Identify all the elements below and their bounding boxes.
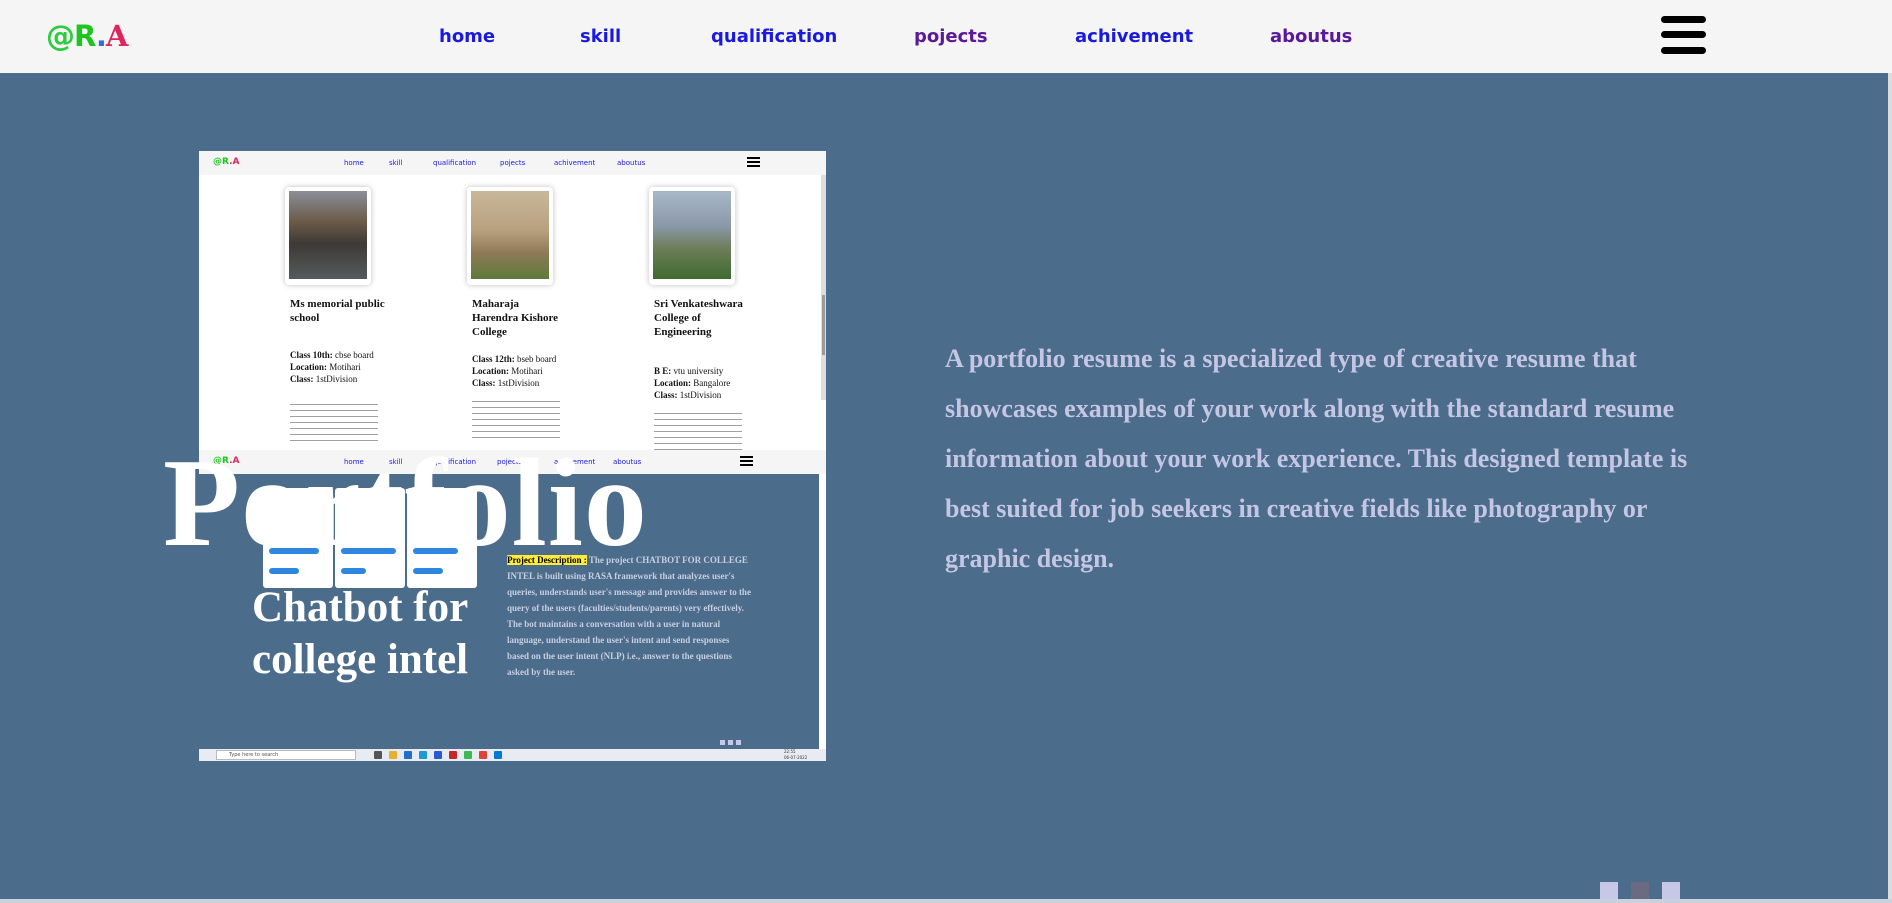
carousel-dot-active[interactable]: [1631, 882, 1649, 899]
preview-link: achivement: [554, 159, 596, 167]
school-detail-label: Location:: [654, 378, 691, 388]
taskbar-icon: [464, 751, 472, 759]
school-photo: [289, 191, 367, 279]
preview-link: home: [344, 159, 364, 167]
bottom-strip: [0, 899, 1892, 903]
taskbar-icon: [449, 751, 457, 759]
school-photo: [653, 191, 731, 279]
school-detail-value: 1stDivision: [677, 390, 722, 400]
carousel-dot[interactable]: [1662, 882, 1680, 899]
preview-link: pojects: [500, 159, 526, 167]
school-detail-value: Bangalore: [691, 378, 731, 388]
carousel-dot[interactable]: [1600, 882, 1618, 899]
nav-link-home[interactable]: home: [439, 26, 495, 47]
school-detail-value: 1stDivision: [495, 378, 540, 388]
nav-link-projects[interactable]: pojects: [914, 26, 988, 47]
school-detail-label: Class 10th:: [290, 350, 333, 360]
taskbar-date: 06-07-2022: [784, 755, 808, 760]
school-name: Ms memorial public school: [290, 298, 385, 324]
taskbar-search: Type here to search: [216, 750, 356, 760]
preview-link: skill: [389, 159, 403, 167]
hamburger-menu-icon[interactable]: [1661, 16, 1706, 54]
school-detail: Class: 1stDivision: [654, 389, 721, 401]
nav-link-qualification[interactable]: qualification: [711, 26, 837, 47]
school-detail: Class: 1stDivision: [290, 373, 357, 385]
school-photo: [471, 191, 549, 279]
preview-hamburger-icon: [747, 157, 760, 168]
school-detail: Class: 1stDivision: [472, 377, 539, 389]
preview-carousel-dots: [720, 730, 744, 749]
school-detail-value: bseb board: [514, 354, 557, 364]
top-navbar: @R.A home skill qualification pojects ac…: [0, 0, 1892, 73]
school-detail-label: Class:: [472, 378, 496, 388]
preview-link: qualification: [433, 159, 477, 167]
school-detail-value: vtu university: [671, 366, 724, 376]
taskbar-clock: 22:55 06-07-2022: [784, 749, 807, 761]
school-detail: B E: vtu university: [654, 365, 723, 377]
logo-at: @: [46, 19, 75, 53]
school-detail-value: 1stDivision: [313, 374, 358, 384]
school-card: [467, 187, 553, 285]
taskbar-icon: [494, 751, 502, 759]
nav-link-aboutus[interactable]: aboutus: [1270, 26, 1352, 47]
site-logo[interactable]: @R.A: [46, 19, 128, 53]
preview-scrollbar: [821, 175, 826, 400]
project-title: Chatbot for college intel: [252, 584, 469, 683]
school-card: [649, 187, 735, 285]
school-detail: Location: Bangalore: [654, 377, 730, 389]
school-detail: Class 12th: bseb board: [472, 353, 556, 365]
school-detail-value: Motihari: [327, 362, 361, 372]
school-detail-value: Motihari: [509, 366, 543, 376]
school-detail-label: Class:: [654, 390, 678, 400]
portfolio-heading: Portfolio: [163, 434, 648, 573]
school-name: Maharaja Harendra Kishore College: [472, 298, 559, 338]
taskbar-icon: [434, 751, 442, 759]
nav-link-achievement[interactable]: achivement: [1075, 26, 1193, 47]
school-detail-label: Location:: [290, 362, 327, 372]
school-detail-label: B E:: [654, 366, 672, 376]
school-detail: Location: Motihari: [290, 361, 361, 373]
school-name: Sri Venkateshwara College of Engineering: [654, 298, 743, 338]
school-detail: Class 10th: cbse board: [290, 349, 374, 361]
page-scrollbar[interactable]: [1888, 73, 1892, 899]
preview-logo-part: @R: [213, 157, 230, 167]
taskbar-icon: [419, 751, 427, 759]
school-card: [285, 187, 371, 285]
logo-dot: .: [95, 19, 107, 53]
preview-link: aboutus: [617, 159, 646, 167]
taskbar-icon: [389, 751, 397, 759]
windows-taskbar: Type here to search 22:55 06-07-2022: [199, 749, 826, 761]
preview-navbar: @R.A home skill qualification pojects ac…: [199, 151, 826, 175]
school-detail-label: Location:: [472, 366, 509, 376]
logo-a: A: [105, 19, 128, 53]
taskbar-icon: [479, 751, 487, 759]
lorem-text: [654, 413, 742, 455]
preview-logo-part: .A: [229, 157, 240, 167]
logo-r: R: [74, 19, 97, 53]
preview-hamburger-icon: [740, 456, 753, 467]
school-detail: Location: Motihari: [472, 365, 543, 377]
taskbar-icon: [404, 751, 412, 759]
school-detail-label: Class 12th:: [472, 354, 515, 364]
school-detail-value: cbse board: [332, 350, 374, 360]
nav-link-skill[interactable]: skill: [580, 26, 621, 47]
taskbar-icon: [374, 751, 382, 759]
school-detail-label: Class:: [290, 374, 314, 384]
portfolio-description: A portfolio resume is a specialized type…: [945, 344, 1688, 573]
project-description-text: The project CHATBOT FOR COLLEGE INTEL is…: [507, 555, 751, 677]
preview-logo: @R.A: [213, 157, 240, 167]
